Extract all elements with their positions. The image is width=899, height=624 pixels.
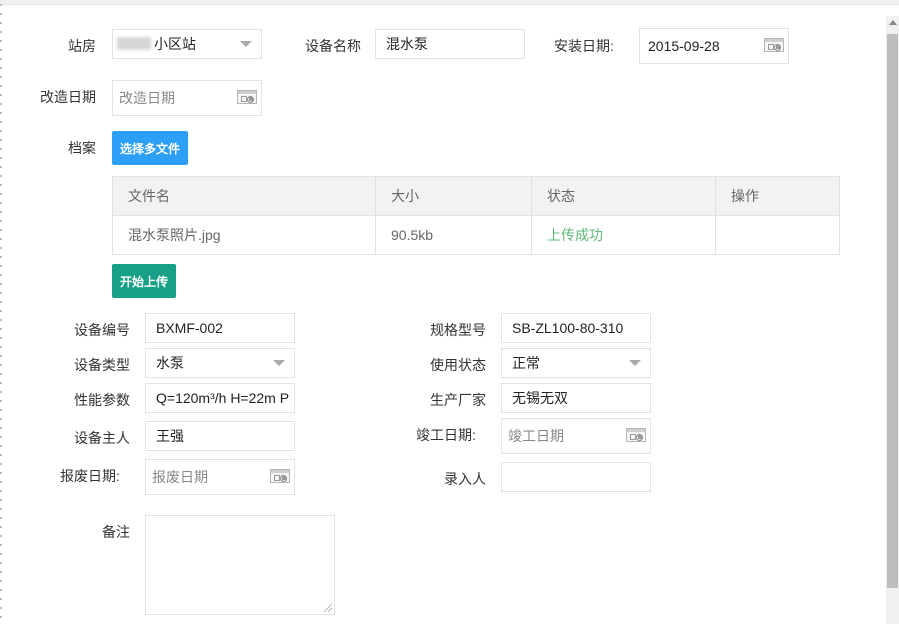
use-status-value: 正常 bbox=[512, 355, 540, 371]
recorder-label: 录入人 bbox=[444, 471, 486, 487]
station-value: 小区站 bbox=[154, 36, 196, 52]
archive-label: 档案 bbox=[68, 140, 96, 156]
device-type-value: 水泵 bbox=[156, 355, 184, 371]
calendar-icon[interactable] bbox=[270, 469, 290, 483]
scrap-date-label: 报废日期: bbox=[60, 468, 120, 484]
redacted-station-prefix bbox=[117, 37, 151, 50]
chevron-down-icon bbox=[629, 360, 641, 366]
device-name-value: 混水泵 bbox=[386, 36, 428, 52]
table-row: 混水泵照片.jpg 90.5kb 上传成功 bbox=[113, 216, 839, 254]
dialog-left-edge bbox=[0, 4, 2, 624]
column-header: 状态 bbox=[532, 177, 716, 215]
use-status-label: 使用状态 bbox=[430, 357, 486, 373]
calendar-icon[interactable] bbox=[237, 90, 257, 104]
owner-input[interactable]: 王强 bbox=[145, 421, 295, 451]
device-code-input[interactable]: BXMF-002 bbox=[145, 313, 295, 343]
completion-date-label: 竣工日期: bbox=[416, 427, 476, 443]
device-code-value: BXMF-002 bbox=[156, 320, 223, 336]
scrap-date-placeholder: 报废日期 bbox=[152, 469, 208, 485]
file-action-cell[interactable] bbox=[716, 216, 839, 254]
spec-model-label: 规格型号 bbox=[430, 322, 486, 338]
table-header-row: 文件名 大小 状态 操作 bbox=[113, 177, 839, 216]
file-status-cell: 上传成功 bbox=[532, 216, 716, 254]
owner-value: 王强 bbox=[156, 428, 184, 444]
column-header: 大小 bbox=[376, 177, 532, 215]
remark-textarea[interactable] bbox=[145, 515, 335, 615]
install-date-label: 安装日期: bbox=[554, 38, 614, 54]
chevron-down-icon bbox=[240, 41, 252, 47]
spec-model-input[interactable]: SB-ZL100-80-310 bbox=[501, 313, 651, 343]
station-label: 站房 bbox=[68, 38, 96, 54]
device-name-label: 设备名称 bbox=[305, 38, 361, 54]
remark-label: 备注 bbox=[102, 524, 130, 540]
select-files-button[interactable]: 选择多文件 bbox=[112, 131, 188, 165]
scroll-up-arrow-icon[interactable] bbox=[889, 20, 897, 25]
dialog-top-border bbox=[0, 0, 899, 5]
chevron-down-icon bbox=[273, 360, 285, 366]
spec-model-value: SB-ZL100-80-310 bbox=[512, 320, 624, 336]
start-upload-button[interactable]: 开始上传 bbox=[112, 264, 176, 298]
scrollbar-thumb[interactable] bbox=[887, 34, 898, 588]
manufacturer-label: 生产厂家 bbox=[430, 392, 486, 408]
file-table: 文件名 大小 状态 操作 混水泵照片.jpg 90.5kb 上传成功 bbox=[112, 176, 840, 255]
device-code-label: 设备编号 bbox=[74, 322, 130, 338]
manufacturer-value: 无锡无双 bbox=[512, 390, 568, 406]
file-size-cell: 90.5kb bbox=[376, 216, 532, 254]
file-name-cell: 混水泵照片.jpg bbox=[113, 216, 376, 254]
calendar-icon[interactable] bbox=[764, 38, 784, 52]
device-type-label: 设备类型 bbox=[74, 357, 130, 373]
calendar-icon[interactable] bbox=[626, 428, 646, 442]
performance-value: Q=120m³/h H=22m P bbox=[156, 390, 290, 406]
column-header: 操作 bbox=[731, 188, 759, 204]
install-date-value: 2015-09-28 bbox=[648, 38, 720, 54]
device-name-input[interactable]: 混水泵 bbox=[375, 29, 525, 59]
renovation-date-label: 改造日期 bbox=[40, 89, 96, 105]
recorder-input[interactable] bbox=[501, 462, 651, 492]
owner-label: 设备主人 bbox=[74, 430, 130, 446]
performance-input[interactable]: Q=120m³/h H=22m P bbox=[145, 383, 295, 413]
performance-label: 性能参数 bbox=[74, 392, 130, 408]
resize-handle-icon[interactable] bbox=[324, 604, 332, 612]
renovation-date-placeholder: 改造日期 bbox=[119, 90, 175, 106]
column-header: 文件名 bbox=[113, 177, 376, 215]
manufacturer-input[interactable]: 无锡无双 bbox=[501, 383, 651, 413]
completion-date-placeholder: 竣工日期 bbox=[508, 428, 564, 444]
